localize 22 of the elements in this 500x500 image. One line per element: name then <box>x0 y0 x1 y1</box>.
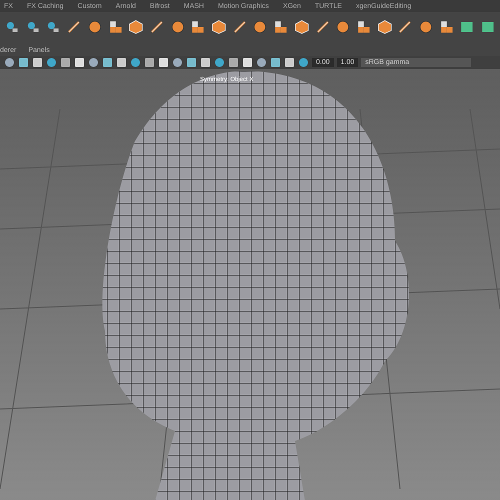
view-tool-icon[interactable] <box>214 57 225 68</box>
view-tool-icon[interactable] <box>200 57 211 68</box>
view-tool-icon[interactable] <box>298 57 309 68</box>
view-tool-icon[interactable] <box>172 57 183 68</box>
view-tool-icon[interactable] <box>102 57 113 68</box>
view-tool-icon[interactable] <box>242 57 253 68</box>
view-tool-icon[interactable] <box>116 57 127 68</box>
view-tool-icon[interactable] <box>186 57 197 68</box>
view-tool-icon[interactable] <box>228 57 239 68</box>
view-tool-icon[interactable] <box>284 57 295 68</box>
view-tool-icon[interactable] <box>4 57 15 68</box>
view-tool-icon[interactable] <box>46 57 57 68</box>
view-tool-icon[interactable] <box>158 57 169 68</box>
view-tool-icon[interactable] <box>88 57 99 68</box>
view-tool-icon[interactable] <box>32 57 43 68</box>
view-tool-icon[interactable] <box>130 57 141 68</box>
view-tool-icon[interactable] <box>60 57 71 68</box>
view-tool-icon[interactable] <box>144 57 155 68</box>
view-tool-icon[interactable] <box>256 57 267 68</box>
view-tool-icon[interactable] <box>74 57 85 68</box>
view-tool-icon[interactable] <box>18 57 29 68</box>
view-tool-icon[interactable] <box>270 57 281 68</box>
